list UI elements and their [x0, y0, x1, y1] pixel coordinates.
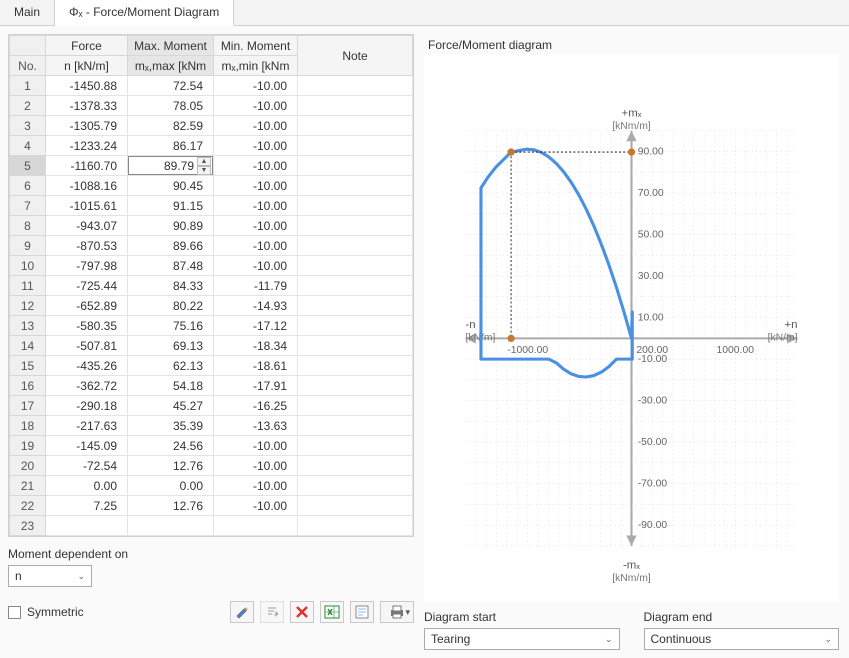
moment-dependent-select[interactable]: n ⌄ — [8, 565, 92, 587]
svg-text:-1000.00: -1000.00 — [507, 345, 548, 356]
diagram-start-label: Diagram start — [424, 610, 620, 624]
table-row[interactable]: 2-1378.3378.05-10.00 — [10, 96, 413, 116]
sort-button[interactable] — [260, 601, 284, 623]
table-row[interactable]: 5-1160.7089.79▲▼-10.00 — [10, 156, 413, 176]
svg-text:+n: +n — [784, 319, 797, 331]
table-row[interactable]: 8-943.0790.89-10.00 — [10, 216, 413, 236]
print-preview-button[interactable] — [350, 601, 374, 623]
table-row[interactable]: 227.2512.76-10.00 — [10, 496, 413, 516]
table-row[interactable]: 16-362.7254.18-17.91 — [10, 376, 413, 396]
cross-icon — [295, 605, 309, 619]
table-row[interactable]: 20-72.5412.76-10.00 — [10, 456, 413, 476]
table-row[interactable]: 11-725.4484.33-11.79 — [10, 276, 413, 296]
data-table[interactable]: ForceMax. MomentMin. MomentNoteNo.n [kN/… — [8, 34, 414, 537]
table-row[interactable]: 17-290.1845.27-16.25 — [10, 396, 413, 416]
moment-dependent-label: Moment dependent on — [8, 547, 414, 561]
chevron-down-icon: ⌄ — [77, 571, 85, 582]
document-icon — [354, 605, 370, 619]
table-row[interactable]: 12-652.8980.22-14.93 — [10, 296, 413, 316]
table-row[interactable]: 7-1015.6191.15-10.00 — [10, 196, 413, 216]
svg-text:-mₓ: -mₓ — [623, 560, 640, 572]
svg-text:1000.00: 1000.00 — [717, 345, 755, 356]
table-row[interactable]: 1-1450.8872.54-10.00 — [10, 76, 413, 96]
svg-text:[kN/m]: [kN/m] — [768, 332, 798, 343]
svg-text:[kNm/m]: [kNm/m] — [612, 573, 651, 584]
table-toolbar — [230, 601, 414, 623]
svg-text:200.00: 200.00 — [636, 345, 668, 356]
svg-text:-n: -n — [466, 319, 476, 331]
svg-text:10.00: 10.00 — [638, 313, 664, 324]
svg-text:90.00: 90.00 — [638, 147, 664, 158]
table-row[interactable]: 15-435.2662.13-18.61 — [10, 356, 413, 376]
spin-down-icon[interactable]: ▼ — [197, 166, 211, 175]
force-moment-chart: 90.0070.0050.0030.0010.00-10.00-30.00-50… — [424, 54, 839, 602]
diagram-start-select[interactable]: Tearing ⌄ — [424, 628, 620, 650]
svg-text:-90.00: -90.00 — [638, 520, 668, 531]
checkbox-box-icon — [8, 606, 21, 619]
svg-text:+mₓ: +mₓ — [622, 107, 642, 119]
excel-icon — [324, 605, 340, 619]
table-row[interactable]: 6-1088.1690.45-10.00 — [10, 176, 413, 196]
diagram-end-label: Diagram end — [644, 610, 840, 624]
tab-strip: Main Φₓ - Force/Moment Diagram — [0, 0, 849, 26]
table-row[interactable]: 18-217.6335.39-13.63 — [10, 416, 413, 436]
table-row[interactable]: 210.000.00-10.00 — [10, 476, 413, 496]
chart-title: Force/Moment diagram — [428, 38, 839, 52]
table-row[interactable]: 13-580.3575.16-17.12 — [10, 316, 413, 336]
tab-diagram[interactable]: Φₓ - Force/Moment Diagram — [55, 0, 234, 26]
diagram-end-select[interactable]: Continuous ⌄ — [644, 628, 840, 650]
excel-button[interactable] — [320, 601, 344, 623]
printer-icon — [389, 605, 405, 619]
symmetric-checkbox[interactable]: Symmetric — [8, 605, 84, 619]
edit-button[interactable] — [230, 601, 254, 623]
svg-text:-50.00: -50.00 — [638, 437, 668, 448]
table-row[interactable]: 10-797.9887.48-10.00 — [10, 256, 413, 276]
chevron-down-icon: ⌄ — [605, 634, 613, 645]
table-row[interactable]: 14-507.8169.13-18.34 — [10, 336, 413, 356]
chevron-down-icon: ⌄ — [824, 634, 832, 645]
svg-text:[kNm/m]: [kNm/m] — [612, 121, 651, 132]
edit-icon — [235, 605, 249, 619]
svg-text:-30.00: -30.00 — [638, 396, 668, 407]
table-row[interactable]: 3-1305.7982.59-10.00 — [10, 116, 413, 136]
delete-button[interactable] — [290, 601, 314, 623]
table-row[interactable]: 4-1233.2486.17-10.00 — [10, 136, 413, 156]
diagram-end-value: Continuous — [651, 632, 712, 646]
tab-main[interactable]: Main — [0, 0, 55, 25]
svg-text:70.00: 70.00 — [638, 188, 664, 199]
svg-text:30.00: 30.00 — [638, 271, 664, 282]
table-row[interactable]: 9-870.5389.66-10.00 — [10, 236, 413, 256]
svg-text:50.00: 50.00 — [638, 230, 664, 241]
symmetric-label: Symmetric — [27, 605, 84, 619]
diagram-start-value: Tearing — [431, 632, 470, 646]
print-button[interactable] — [380, 601, 414, 623]
table-row[interactable]: 23 — [10, 516, 413, 536]
table-row[interactable]: 19-145.0924.56-10.00 — [10, 436, 413, 456]
spin-up-icon[interactable]: ▲ — [197, 157, 211, 166]
svg-text:-70.00: -70.00 — [638, 479, 668, 490]
sort-icon — [265, 605, 279, 619]
moment-dependent-value: n — [15, 569, 22, 583]
